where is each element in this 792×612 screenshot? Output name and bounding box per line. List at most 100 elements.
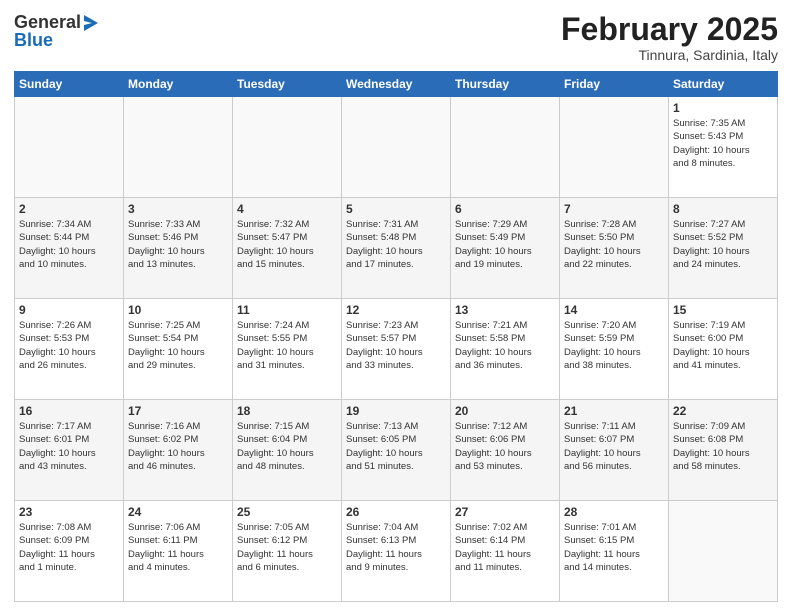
calendar-cell	[15, 97, 124, 198]
calendar-cell	[560, 97, 669, 198]
calendar-header-friday: Friday	[560, 72, 669, 97]
calendar-cell: 24 Sunrise: 7:06 AM Sunset: 6:11 PM Dayli…	[124, 501, 233, 602]
day-info: Sunrise: 7:24 AM Sunset: 5:55 PM Dayligh…	[237, 319, 337, 372]
calendar-cell: 1 Sunrise: 7:35 AM Sunset: 5:43 PM Daylig…	[669, 97, 778, 198]
location: Tinnura, Sardinia, Italy	[561, 47, 778, 63]
day-number: 16	[19, 404, 119, 418]
day-number: 26	[346, 505, 446, 519]
day-info: Sunrise: 7:02 AM Sunset: 6:14 PM Dayligh…	[455, 521, 555, 574]
day-info: Sunrise: 7:23 AM Sunset: 5:57 PM Dayligh…	[346, 319, 446, 372]
calendar-cell: 9 Sunrise: 7:26 AM Sunset: 5:53 PM Daylig…	[15, 299, 124, 400]
day-number: 11	[237, 303, 337, 317]
day-number: 7	[564, 202, 664, 216]
calendar-cell: 13Sunrise: 7:21 AM Sunset: 5:58 PM Dayli…	[451, 299, 560, 400]
day-number: 8	[673, 202, 773, 216]
calendar-cell: 7 Sunrise: 7:28 AM Sunset: 5:50 PM Daylig…	[560, 198, 669, 299]
day-number: 24	[128, 505, 228, 519]
calendar-week-5: 23Sunrise: 7:08 AM Sunset: 6:09 PM Dayli…	[15, 501, 778, 602]
day-info: Sunrise: 7:15 AM Sunset: 6:04 PM Dayligh…	[237, 420, 337, 473]
day-info: Sunrise: 7:19 AM Sunset: 6:00 PM Dayligh…	[673, 319, 773, 372]
logo-icon	[82, 13, 100, 33]
calendar-cell: 21 Sunrise: 7:11 AM Sunset: 6:07 PM Dayli…	[560, 400, 669, 501]
day-info: Sunrise: 7:06 AM Sunset: 6:11 PM Dayligh…	[128, 521, 228, 574]
calendar-cell	[451, 97, 560, 198]
calendar-cell: 19 Sunrise: 7:13 AM Sunset: 6:05 PM Dayli…	[342, 400, 451, 501]
day-info: Sunrise: 7:34 AM Sunset: 5:44 PM Dayligh…	[19, 218, 119, 271]
day-number: 4	[237, 202, 337, 216]
day-info: Sunrise: 7:12 AM Sunset: 6:06 PM Dayligh…	[455, 420, 555, 473]
calendar-cell: 15Sunrise: 7:19 AM Sunset: 6:00 PM Dayli…	[669, 299, 778, 400]
calendar-week-2: 2 Sunrise: 7:34 AM Sunset: 5:44 PM Daylig…	[15, 198, 778, 299]
day-info: Sunrise: 7:32 AM Sunset: 5:47 PM Dayligh…	[237, 218, 337, 271]
day-info: Sunrise: 7:28 AM Sunset: 5:50 PM Dayligh…	[564, 218, 664, 271]
calendar-cell: 22 Sunrise: 7:09 AM Sunset: 6:08 PM Dayli…	[669, 400, 778, 501]
day-info: Sunrise: 7:05 AM Sunset: 6:12 PM Dayligh…	[237, 521, 337, 574]
day-info: Sunrise: 7:11 AM Sunset: 6:07 PM Dayligh…	[564, 420, 664, 473]
header: General Blue February 2025 Tinnura, Sard…	[14, 12, 778, 63]
calendar-cell: 23Sunrise: 7:08 AM Sunset: 6:09 PM Dayli…	[15, 501, 124, 602]
calendar-cell: 28 Sunrise: 7:01 AM Sunset: 6:15 PM Dayli…	[560, 501, 669, 602]
day-number: 10	[128, 303, 228, 317]
calendar-header-wednesday: Wednesday	[342, 72, 451, 97]
calendar-header-row: SundayMondayTuesdayWednesdayThursdayFrid…	[15, 72, 778, 97]
calendar-cell: 16 Sunrise: 7:17 AM Sunset: 6:01 PM Dayli…	[15, 400, 124, 501]
calendar-cell: 4 Sunrise: 7:32 AM Sunset: 5:47 PM Daylig…	[233, 198, 342, 299]
calendar-week-1: 1 Sunrise: 7:35 AM Sunset: 5:43 PM Daylig…	[15, 97, 778, 198]
day-info: Sunrise: 7:17 AM Sunset: 6:01 PM Dayligh…	[19, 420, 119, 473]
month-title: February 2025	[561, 12, 778, 47]
day-number: 17	[128, 404, 228, 418]
day-info: Sunrise: 7:13 AM Sunset: 6:05 PM Dayligh…	[346, 420, 446, 473]
logo: General Blue	[14, 12, 102, 51]
day-number: 12	[346, 303, 446, 317]
day-number: 1	[673, 101, 773, 115]
calendar-cell	[124, 97, 233, 198]
calendar-cell: 10 Sunrise: 7:25 AM Sunset: 5:54 PM Dayli…	[124, 299, 233, 400]
calendar-cell: 14 Sunrise: 7:20 AM Sunset: 5:59 PM Dayli…	[560, 299, 669, 400]
day-number: 19	[346, 404, 446, 418]
calendar-cell	[233, 97, 342, 198]
day-number: 25	[237, 505, 337, 519]
day-info: Sunrise: 7:29 AM Sunset: 5:49 PM Dayligh…	[455, 218, 555, 271]
day-info: Sunrise: 7:01 AM Sunset: 6:15 PM Dayligh…	[564, 521, 664, 574]
day-number: 2	[19, 202, 119, 216]
calendar-cell: 6 Sunrise: 7:29 AM Sunset: 5:49 PM Daylig…	[451, 198, 560, 299]
day-number: 5	[346, 202, 446, 216]
day-number: 20	[455, 404, 555, 418]
page: General Blue February 2025 Tinnura, Sard…	[0, 0, 792, 612]
day-number: 9	[19, 303, 119, 317]
calendar-cell: 3 Sunrise: 7:33 AM Sunset: 5:46 PM Daylig…	[124, 198, 233, 299]
calendar-cell	[342, 97, 451, 198]
calendar-table: SundayMondayTuesdayWednesdayThursdayFrid…	[14, 71, 778, 602]
day-info: Sunrise: 7:20 AM Sunset: 5:59 PM Dayligh…	[564, 319, 664, 372]
day-info: Sunrise: 7:21 AM Sunset: 5:58 PM Dayligh…	[455, 319, 555, 372]
calendar-cell: 2 Sunrise: 7:34 AM Sunset: 5:44 PM Daylig…	[15, 198, 124, 299]
day-number: 6	[455, 202, 555, 216]
calendar-header-monday: Monday	[124, 72, 233, 97]
day-info: Sunrise: 7:04 AM Sunset: 6:13 PM Dayligh…	[346, 521, 446, 574]
day-number: 21	[564, 404, 664, 418]
day-info: Sunrise: 7:33 AM Sunset: 5:46 PM Dayligh…	[128, 218, 228, 271]
day-info: Sunrise: 7:16 AM Sunset: 6:02 PM Dayligh…	[128, 420, 228, 473]
day-info: Sunrise: 7:26 AM Sunset: 5:53 PM Dayligh…	[19, 319, 119, 372]
day-info: Sunrise: 7:08 AM Sunset: 6:09 PM Dayligh…	[19, 521, 119, 574]
day-info: Sunrise: 7:09 AM Sunset: 6:08 PM Dayligh…	[673, 420, 773, 473]
calendar-cell: 11 Sunrise: 7:24 AM Sunset: 5:55 PM Dayli…	[233, 299, 342, 400]
calendar-cell: 12 Sunrise: 7:23 AM Sunset: 5:57 PM Dayli…	[342, 299, 451, 400]
day-number: 3	[128, 202, 228, 216]
calendar-header-saturday: Saturday	[669, 72, 778, 97]
calendar-header-tuesday: Tuesday	[233, 72, 342, 97]
calendar-header-thursday: Thursday	[451, 72, 560, 97]
day-number: 14	[564, 303, 664, 317]
calendar-cell: 20 Sunrise: 7:12 AM Sunset: 6:06 PM Dayli…	[451, 400, 560, 501]
logo-blue-text: Blue	[14, 30, 53, 52]
calendar-cell: 25 Sunrise: 7:05 AM Sunset: 6:12 PM Dayli…	[233, 501, 342, 602]
day-info: Sunrise: 7:35 AM Sunset: 5:43 PM Dayligh…	[673, 117, 773, 170]
day-number: 28	[564, 505, 664, 519]
calendar-cell: 27Sunrise: 7:02 AM Sunset: 6:14 PM Dayli…	[451, 501, 560, 602]
day-info: Sunrise: 7:25 AM Sunset: 5:54 PM Dayligh…	[128, 319, 228, 372]
calendar-week-3: 9 Sunrise: 7:26 AM Sunset: 5:53 PM Daylig…	[15, 299, 778, 400]
calendar-cell: 17 Sunrise: 7:16 AM Sunset: 6:02 PM Dayli…	[124, 400, 233, 501]
day-number: 22	[673, 404, 773, 418]
day-info: Sunrise: 7:31 AM Sunset: 5:48 PM Dayligh…	[346, 218, 446, 271]
day-info: Sunrise: 7:27 AM Sunset: 5:52 PM Dayligh…	[673, 218, 773, 271]
